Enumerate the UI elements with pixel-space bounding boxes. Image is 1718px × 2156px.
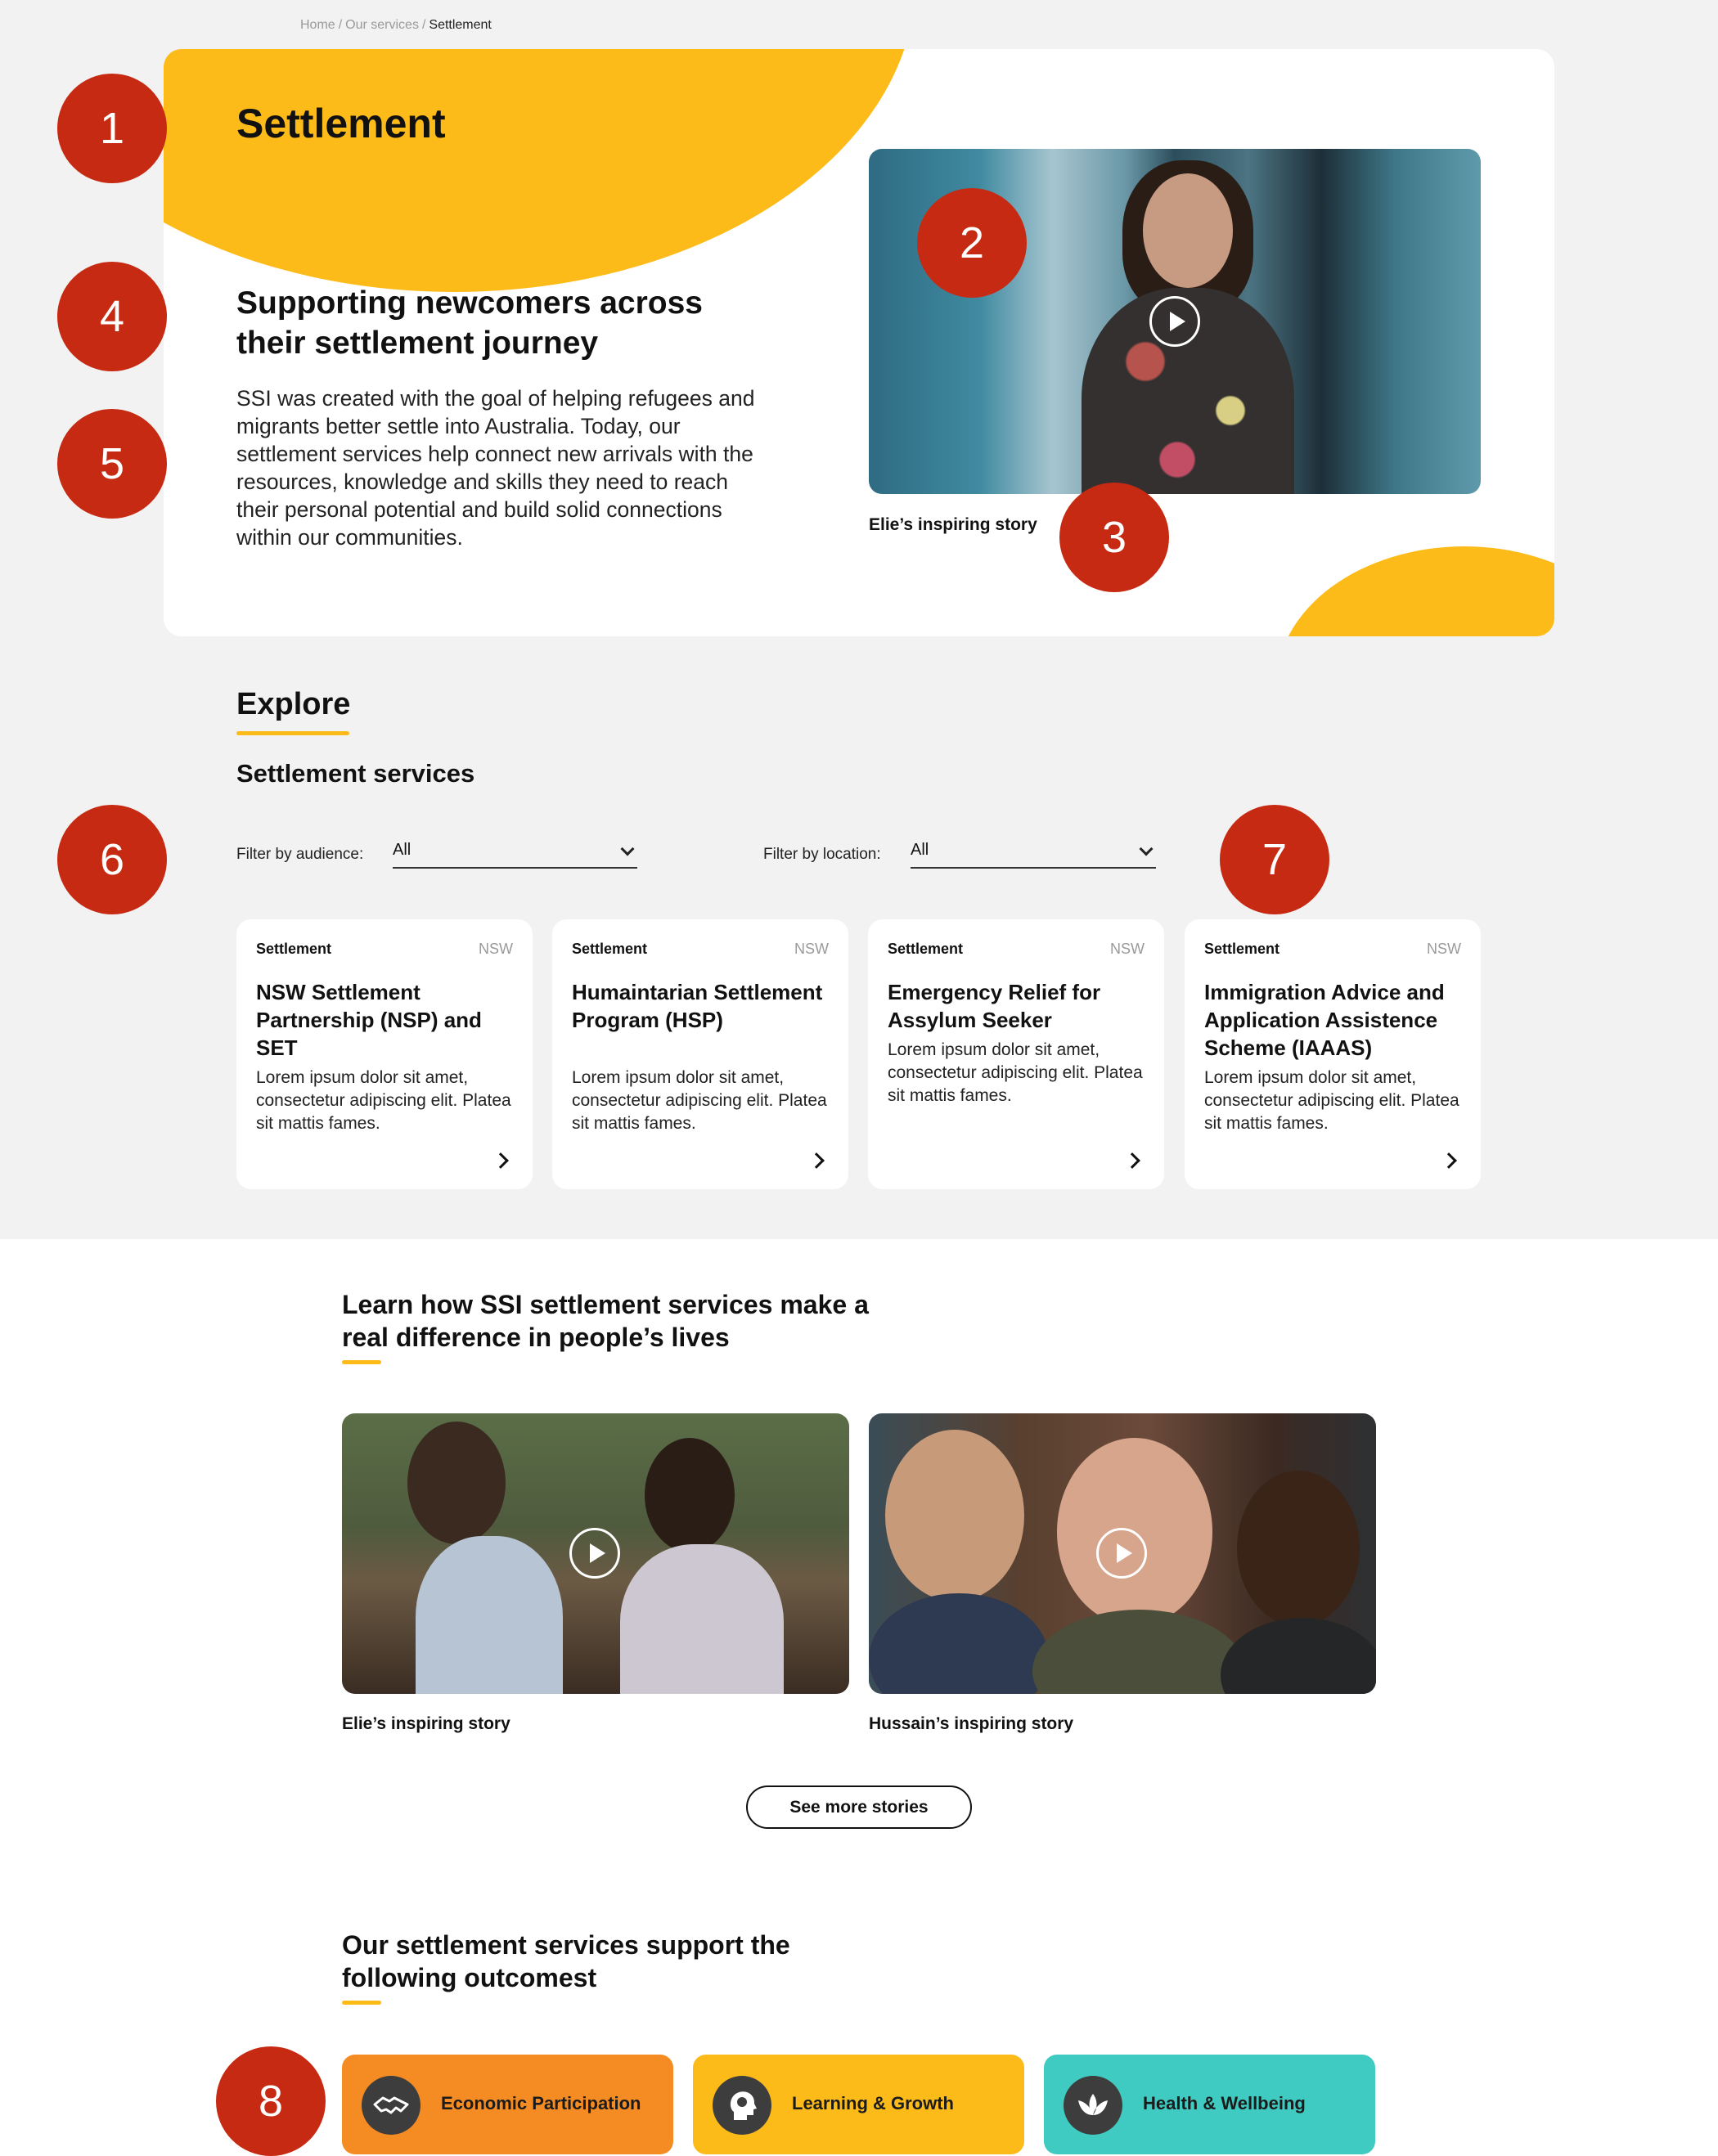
video-person [1221,1618,1376,1694]
annotation-marker: 8 [216,2046,326,2156]
video-person [407,1422,506,1544]
hero-description: SSI was created with the goal of helping… [236,386,755,550]
filter-audience-value: All [393,841,412,859]
card-description: Lorem ipsum dolor sit amet, consectetur … [888,1040,1143,1105]
video-person [645,1438,735,1552]
filter-audience-label: Filter by audience: [236,846,364,863]
hero-video-caption[interactable]: Elie’s inspiring story [869,515,1037,535]
video-person [869,1593,1049,1694]
services-title: Settlement services [236,759,475,788]
chevron-down-icon [1139,842,1154,856]
page-title: Settlement [236,101,446,146]
see-more-stories-button[interactable]: See more stories [746,1785,972,1829]
handshake-icon [362,2076,421,2135]
card-location: NSW [794,941,829,957]
card-title: NSW Settlement Partnership (NSP) and SET [256,980,482,1060]
video-person [1237,1471,1360,1626]
play-icon[interactable] [1149,296,1200,347]
annotation-marker: 1 [57,74,167,183]
video-person [620,1544,784,1694]
play-icon[interactable] [569,1528,620,1579]
story-video[interactable] [869,1413,1376,1694]
filter-audience-select[interactable]: All [393,836,637,869]
hero-heading: Supporting newcomers across their settle… [236,285,703,361]
card-category: Settlement [1204,941,1280,957]
breadcrumb-separator: / [338,18,343,32]
hero-corner-shape [1276,546,1554,636]
annotation-marker: 5 [57,409,167,519]
annotation-marker: 4 [57,262,167,371]
card-category: Settlement [256,941,332,957]
card-title: Emergency Relief for Assylum Seeker [888,980,1101,1032]
card-location: NSW [479,941,513,957]
outcome-label: Economic Participation [441,2093,641,2113]
card-description: Lorem ipsum dolor sit amet, consectetur … [572,1068,827,1133]
annotation-marker: 7 [1220,805,1329,914]
card-category: Settlement [572,941,648,957]
video-person [416,1536,563,1694]
filter-location-label: Filter by location: [763,846,881,863]
filter-location-value: All [911,841,929,859]
video-person [885,1430,1024,1601]
play-icon[interactable] [1096,1528,1147,1579]
outcomes-underline [342,2001,381,2005]
outcome-economic-participation[interactable]: Economic Participation [342,2055,673,2154]
outcome-health-wellbeing[interactable]: Health & Wellbeing [1044,2055,1375,2154]
lotus-icon [1064,2076,1122,2135]
card-title: Immigration Advice and Application Assis… [1204,980,1445,1060]
explore-underline [236,731,349,735]
breadcrumb-current: Settlement [429,18,492,32]
annotation-marker: 2 [917,188,1027,298]
service-card[interactable]: Settlement NSW Emergency Relief for Assy… [868,919,1164,1189]
outcome-label: Learning & Growth [792,2093,954,2113]
service-card[interactable]: Settlement NSW NSW Settlement Partnershi… [236,919,533,1189]
card-location: NSW [1427,941,1461,957]
stories-underline [342,1360,381,1364]
outcomes-title: Our settlement services support the foll… [342,1930,790,1992]
story-video[interactable] [342,1413,849,1694]
hero-card: Settlement Supporting newcomers across t… [164,49,1554,636]
stories-title: Learn how SSI settlement services make a… [342,1290,869,1352]
filter-location-select[interactable]: All [911,836,1156,869]
idea-head-icon [713,2076,771,2135]
card-location: NSW [1110,941,1145,957]
card-description: Lorem ipsum dolor sit amet, consectetur … [1204,1068,1459,1133]
outcome-label: Health & Wellbeing [1143,2093,1306,2113]
service-card[interactable]: Settlement NSW Immigration Advice and Ap… [1185,919,1481,1189]
outcome-learning-growth[interactable]: Learning & Growth [693,2055,1024,2154]
video-person [1032,1610,1245,1694]
chevron-right-icon[interactable] [1441,1152,1457,1169]
annotation-marker: 3 [1059,483,1169,592]
chevron-down-icon [620,842,635,856]
story-caption[interactable]: Hussain’s inspiring story [869,1714,1073,1734]
chevron-right-icon[interactable] [492,1152,509,1169]
service-card[interactable]: Settlement NSW Humaintarian Settlement P… [552,919,848,1189]
breadcrumb-home[interactable]: Home [300,18,335,32]
annotation-marker: 6 [57,805,167,914]
breadcrumb: Home / Our services / Settlement [300,18,492,33]
hero-yellow-shape [164,49,916,292]
explore-title: Explore [236,687,351,721]
breadcrumb-services[interactable]: Our services [345,18,419,32]
chevron-right-icon[interactable] [1124,1152,1140,1169]
story-caption[interactable]: Elie’s inspiring story [342,1714,510,1734]
card-category: Settlement [888,941,964,957]
chevron-right-icon[interactable] [808,1152,825,1169]
breadcrumb-separator: / [421,18,426,32]
card-description: Lorem ipsum dolor sit amet, consectetur … [256,1068,511,1133]
card-title: Humaintarian Settlement Program (HSP) [572,980,823,1032]
